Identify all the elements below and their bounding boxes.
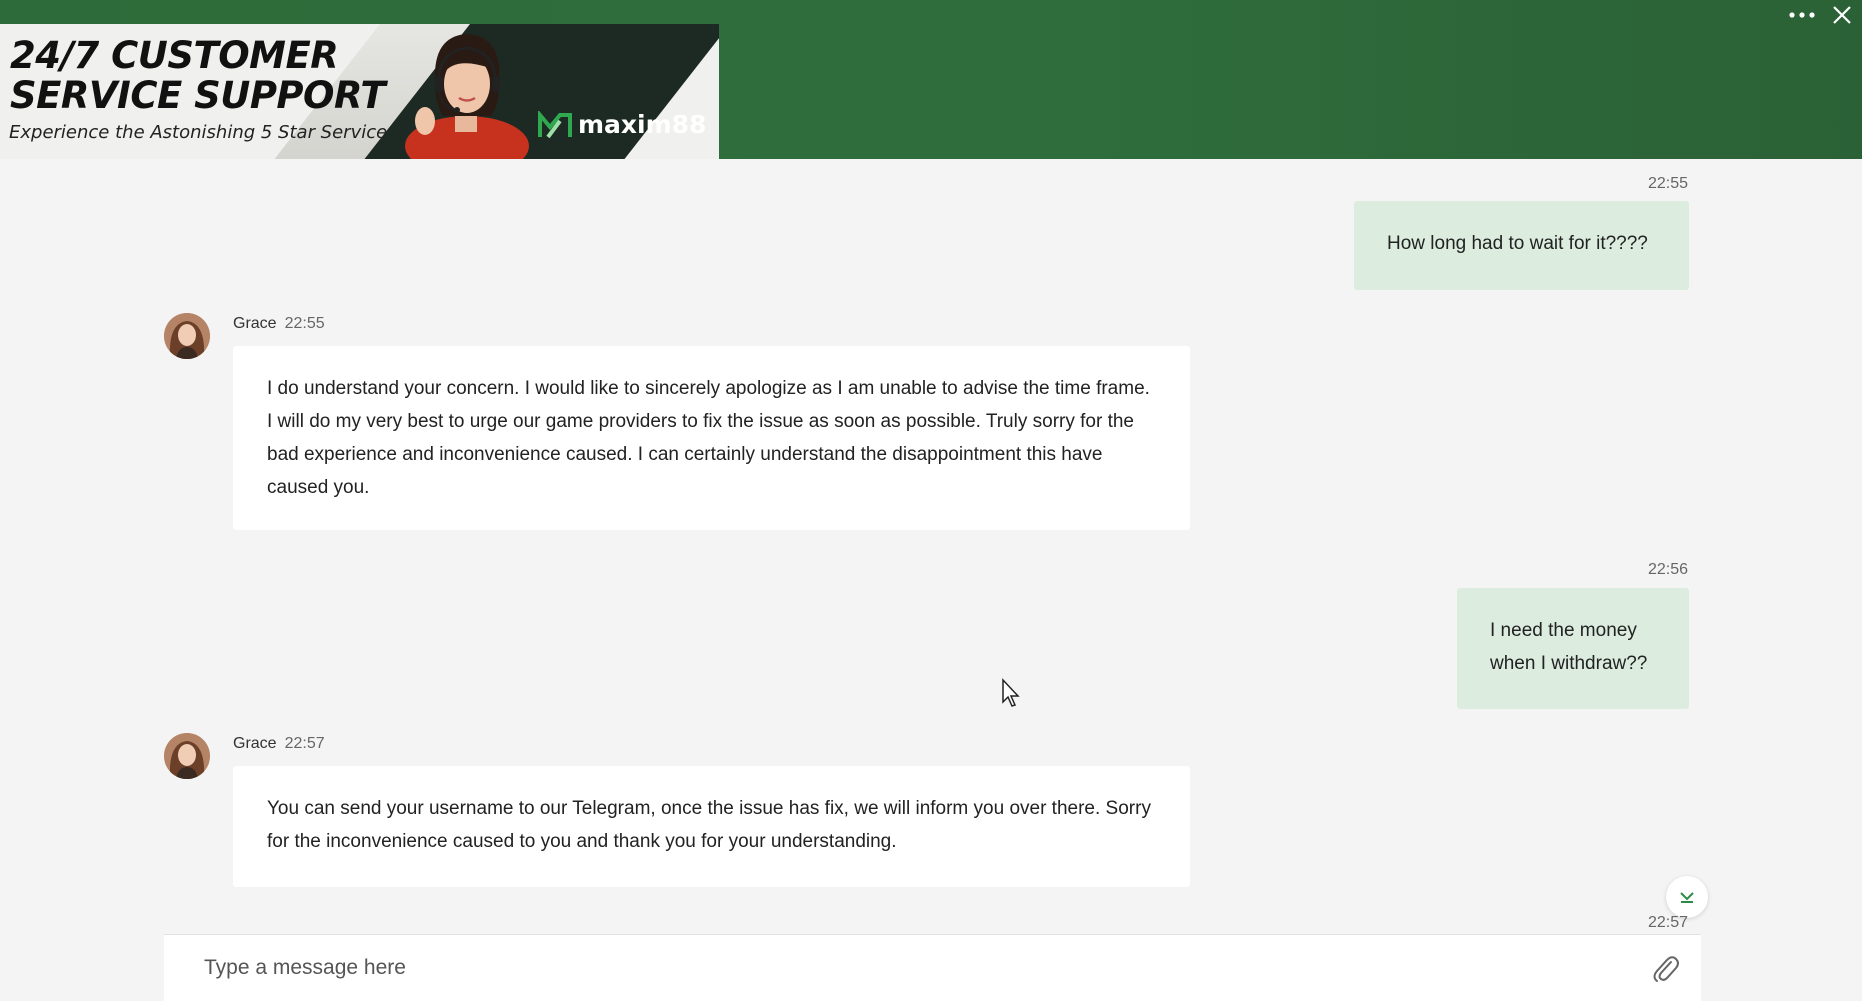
message-timestamp: 22:57 [284, 735, 325, 752]
banner-title: 24/7 CUSTOMER SERVICE SUPPORT [10, 34, 386, 117]
user-message-bubble: I need the money when I withdraw?? [1457, 588, 1689, 709]
brand-logo-icon [538, 110, 572, 138]
close-icon [1833, 6, 1851, 24]
avatar [164, 313, 210, 359]
brand-logo: maxim88 [538, 110, 706, 139]
message-input[interactable] [202, 947, 1606, 989]
banner-subtitle: Experience the Astonishing 5 Star Servic… [9, 122, 388, 143]
promo-banner: 24/7 CUSTOMER SERVICE SUPPORT Experience… [0, 24, 719, 159]
chevron-down-icon [1680, 892, 1694, 903]
agent-avatar-image [164, 733, 210, 779]
agent-meta: Grace 22:55 [233, 315, 325, 333]
message-timestamp: 22:56 [1647, 561, 1688, 578]
brand-name: maxim88 [578, 110, 707, 139]
mouse-cursor-icon [1002, 678, 1020, 707]
paperclip-icon[interactable] [1651, 953, 1679, 983]
support-agent-image [405, 34, 529, 159]
agent-name: Grace [233, 315, 277, 332]
more-options-button[interactable] [1782, 0, 1822, 30]
agent-name: Grace [233, 735, 277, 752]
agent-message-bubble: You can send your username to our Telegr… [233, 766, 1190, 887]
user-message-bubble: How long had to wait for it???? [1354, 201, 1689, 290]
chat-header: 24/7 CUSTOMER SERVICE SUPPORT Experience… [0, 0, 1862, 159]
message-composer [164, 934, 1701, 1001]
agent-message-bubble: I do understand your concern. I would li… [233, 346, 1190, 530]
header-actions [1782, 0, 1862, 30]
message-timestamp: 22:55 [1647, 175, 1688, 192]
agent-avatar-image [164, 313, 210, 359]
more-horizontal-icon [1789, 12, 1815, 18]
agent-meta: Grace 22:57 [233, 735, 325, 753]
close-chat-button[interactable] [1822, 0, 1862, 30]
message-timestamp: 22:55 [284, 315, 325, 332]
avatar [164, 733, 210, 779]
message-timestamp: 22:57 [1647, 914, 1688, 931]
scroll-to-bottom-button[interactable] [1666, 876, 1708, 918]
